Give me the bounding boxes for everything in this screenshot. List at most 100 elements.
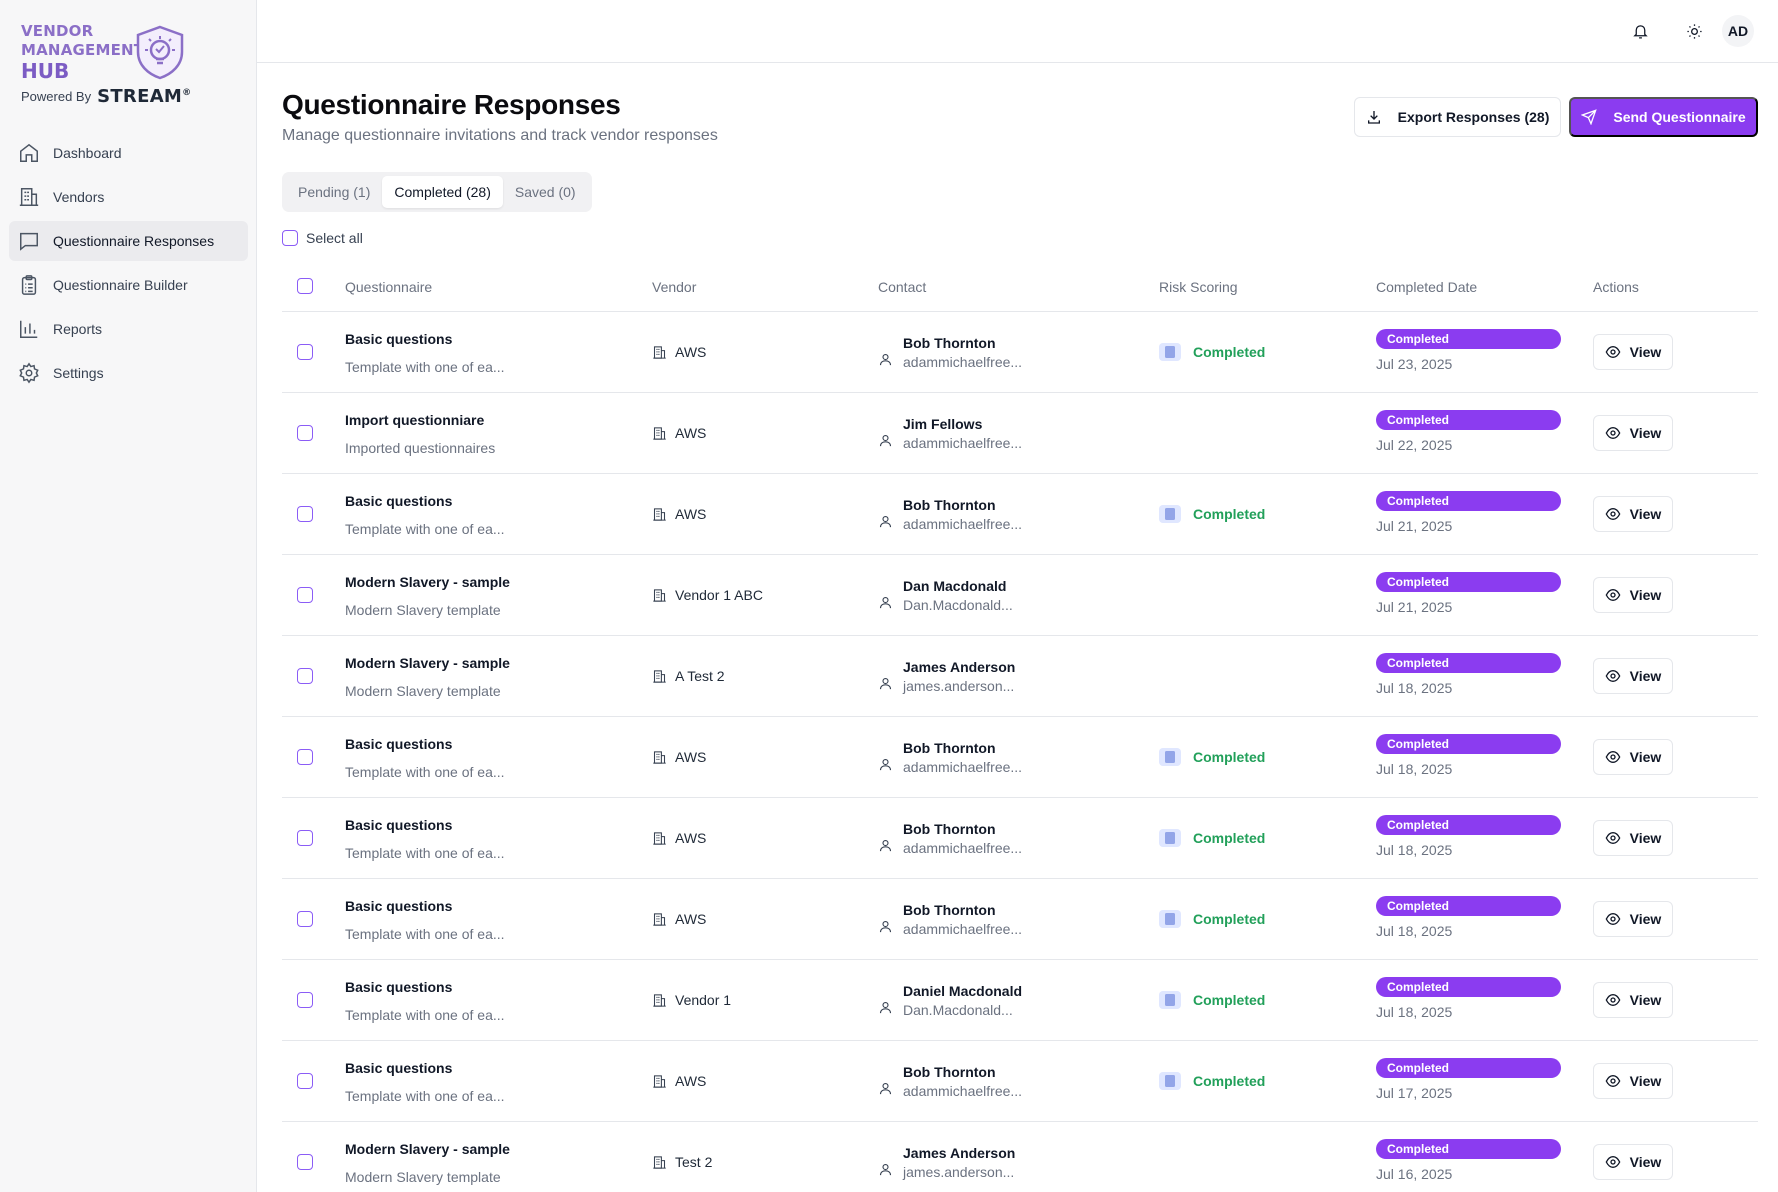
row-checkbox[interactable] bbox=[297, 344, 313, 360]
view-button[interactable]: View bbox=[1593, 982, 1673, 1018]
vendor-cell: AWS bbox=[652, 1073, 706, 1089]
vendor-name: AWS bbox=[675, 344, 707, 360]
row-checkbox[interactable] bbox=[297, 749, 313, 765]
table-row: Modern Slavery - sample Modern Slavery t… bbox=[282, 1122, 1758, 1192]
view-label: View bbox=[1629, 830, 1662, 846]
sidebar-item-questionnaire-builder[interactable]: Questionnaire Builder bbox=[9, 265, 248, 305]
user-avatar[interactable]: AD bbox=[1722, 15, 1754, 47]
user-icon bbox=[879, 839, 892, 851]
vendor-name: A Test 2 bbox=[675, 668, 725, 684]
app-logo[interactable]: VENDOR MANAGEMENT HUB Powered By STREAM® bbox=[21, 18, 241, 110]
contact-cell: Bob Thornton adammichaelfree... bbox=[878, 739, 1022, 777]
select-all-checkbox[interactable] bbox=[282, 230, 298, 246]
stream-brand: STREAM® bbox=[97, 86, 191, 107]
status-badge: Completed bbox=[1376, 491, 1561, 511]
responses-table: Questionnaire Vendor Contact Risk Scorin… bbox=[282, 262, 1758, 1192]
risk-scoring-cell: Completed bbox=[1159, 505, 1265, 523]
questionnaire-description: Template with one of ea... bbox=[345, 521, 505, 537]
view-button[interactable]: View bbox=[1593, 658, 1673, 694]
building-icon bbox=[653, 345, 666, 359]
status-badge: Completed bbox=[1376, 1139, 1561, 1159]
document-icon bbox=[1159, 1072, 1181, 1090]
row-checkbox[interactable] bbox=[297, 668, 313, 684]
header-vendor[interactable]: Vendor bbox=[652, 279, 696, 295]
view-button[interactable]: View bbox=[1593, 577, 1673, 613]
row-checkbox[interactable] bbox=[297, 911, 313, 927]
completed-date: Jul 21, 2025 bbox=[1376, 518, 1453, 534]
completed-date: Jul 18, 2025 bbox=[1376, 680, 1453, 696]
table-body: Basic questions Template with one of ea.… bbox=[282, 312, 1758, 1192]
completed-date: Jul 18, 2025 bbox=[1376, 1004, 1453, 1020]
select-all[interactable]: Select all bbox=[282, 230, 363, 246]
header-contact[interactable]: Contact bbox=[878, 279, 926, 295]
send-questionnaire-button[interactable]: Send Questionnaire bbox=[1569, 97, 1758, 137]
notifications-button[interactable] bbox=[1628, 19, 1652, 43]
view-button[interactable]: View bbox=[1593, 1063, 1673, 1099]
risk-scoring-cell: Completed bbox=[1159, 748, 1265, 766]
logo-line-2: MANAGEMENT bbox=[21, 41, 145, 59]
view-button[interactable]: View bbox=[1593, 334, 1673, 370]
vendor-cell: AWS bbox=[652, 749, 706, 765]
row-checkbox[interactable] bbox=[297, 1154, 313, 1170]
contact-email: Dan.Macdonald... bbox=[903, 597, 1013, 613]
completed-date: Jul 23, 2025 bbox=[1376, 356, 1453, 372]
tab-pending[interactable]: Pending (1) bbox=[286, 176, 382, 208]
view-button[interactable]: View bbox=[1593, 820, 1673, 856]
contact-email: adammichaelfree... bbox=[903, 840, 1023, 856]
row-checkbox[interactable] bbox=[297, 425, 313, 441]
row-checkbox[interactable] bbox=[297, 992, 313, 1008]
contact-email: adammichaelfree... bbox=[903, 354, 1023, 370]
bar-chart-icon bbox=[20, 320, 38, 338]
vendor-cell: AWS bbox=[652, 425, 706, 441]
vendor-name: AWS bbox=[675, 911, 707, 927]
contact-info: Bob Thornton adammichaelfree... bbox=[903, 496, 1022, 534]
view-button[interactable]: View bbox=[1593, 739, 1673, 775]
tab-saved[interactable]: Saved (0) bbox=[503, 176, 588, 208]
sidebar-item-questionnaire-responses[interactable]: Questionnaire Responses bbox=[9, 221, 248, 261]
tab-completed[interactable]: Completed (28) bbox=[382, 176, 503, 208]
header-risk-scoring[interactable]: Risk Scoring bbox=[1159, 279, 1238, 295]
view-button[interactable]: View bbox=[1593, 1144, 1673, 1180]
document-icon bbox=[1159, 343, 1181, 361]
sidebar-item-reports[interactable]: Reports bbox=[9, 309, 248, 349]
view-button[interactable]: View bbox=[1593, 496, 1673, 532]
row-checkbox[interactable] bbox=[297, 587, 313, 603]
view-button[interactable]: View bbox=[1593, 901, 1673, 937]
send-questionnaire-label: Send Questionnaire bbox=[1613, 109, 1746, 125]
risk-scoring-cell: Completed bbox=[1159, 1072, 1265, 1090]
contact-info: Dan Macdonald Dan.Macdonald... bbox=[903, 577, 1013, 615]
sidebar-item-dashboard[interactable]: Dashboard bbox=[9, 133, 248, 173]
header-checkbox[interactable] bbox=[297, 278, 313, 294]
sidebar-item-settings[interactable]: Settings bbox=[9, 353, 248, 393]
contact-email: adammichaelfree... bbox=[903, 921, 1023, 937]
building-icon bbox=[653, 750, 666, 764]
contact-name: James Anderson bbox=[903, 1145, 1016, 1161]
header-completed-date[interactable]: Completed Date bbox=[1376, 279, 1477, 295]
eye-icon bbox=[1605, 1155, 1621, 1169]
stream-brand-text: STREAM bbox=[97, 86, 183, 107]
sidebar-item-vendors[interactable]: Vendors bbox=[9, 177, 248, 217]
row-checkbox[interactable] bbox=[297, 830, 313, 846]
gear-icon bbox=[19, 362, 39, 384]
status-badge: Completed bbox=[1376, 896, 1561, 916]
contact-email: adammichaelfree... bbox=[903, 1083, 1023, 1099]
vendor-cell: AWS bbox=[652, 830, 706, 846]
questionnaire-description: Modern Slavery template bbox=[345, 1169, 501, 1185]
contact-cell: Jim Fellows adammichaelfree... bbox=[878, 415, 1022, 453]
row-checkbox[interactable] bbox=[297, 506, 313, 522]
send-icon bbox=[1581, 109, 1598, 125]
clipboard-list-icon bbox=[21, 275, 37, 295]
view-button[interactable]: View bbox=[1593, 415, 1673, 451]
risk-status: Completed bbox=[1193, 506, 1266, 522]
theme-toggle-button[interactable] bbox=[1682, 19, 1706, 43]
questionnaire-description: Template with one of ea... bbox=[345, 1088, 505, 1104]
user-icon bbox=[879, 1163, 892, 1175]
eye-icon bbox=[1605, 1074, 1621, 1088]
header-questionnaire[interactable]: Questionnaire bbox=[345, 279, 432, 295]
building-icon bbox=[653, 669, 666, 683]
vendor-cell: AWS bbox=[652, 344, 706, 360]
export-responses-button[interactable]: Export Responses (28) bbox=[1354, 97, 1561, 137]
user-icon bbox=[879, 434, 892, 446]
row-checkbox[interactable] bbox=[297, 1073, 313, 1089]
user-icon bbox=[879, 1082, 892, 1094]
